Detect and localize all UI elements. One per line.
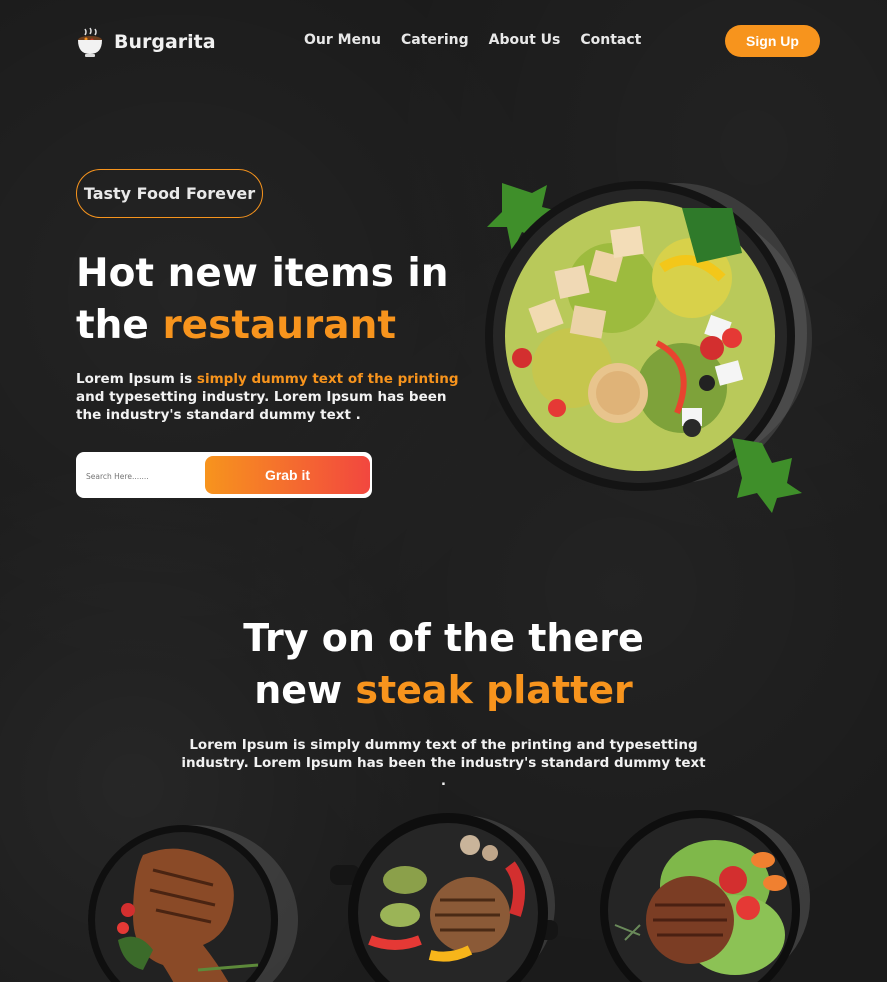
brand-name: Burgarita [114,31,216,53]
burger-patty-salad-plate-image [600,810,810,982]
nav-item-about-us[interactable]: About Us [489,32,561,48]
search-form: Grab it [76,452,372,498]
coffee-bowl-logo-icon [78,27,102,57]
grilled-steak-plate-image [88,825,298,982]
hero-description: Lorem Ipsum is simply dummy text of the … [76,370,466,424]
section2-title-line2-plain: new [254,668,356,712]
hero-desc-part1: Lorem Ipsum is [76,371,197,387]
nav-item-our-menu[interactable]: Our Menu [304,32,381,48]
section2-title: Try on of the there new steak platter [0,612,887,716]
hero-title-line2-plain: the [76,303,163,348]
hero-title-accent: restaurant [162,303,397,348]
section2-description: Lorem Ipsum is simply dummy text of the … [181,737,706,789]
steak-vegetables-pan-image [330,813,558,982]
nav-item-contact[interactable]: Contact [580,32,641,48]
section2-title-accent: steak platter [355,668,633,712]
grab-it-button[interactable]: Grab it [205,456,370,494]
salad-bowl-image [485,181,812,513]
nav-item-catering[interactable]: Catering [401,32,469,48]
section2-title-line1: Try on of the there [243,616,644,660]
site-header: Burgarita Our Menu Catering About Us Con… [0,0,887,84]
signup-button[interactable]: Sign Up [725,25,820,57]
search-input[interactable] [86,467,201,485]
hero-desc-part2: and typesetting industry. Lorem Ipsum ha… [76,389,447,423]
hero-desc-accent: simply dummy text of the printing [196,371,459,387]
hero-tag-pill: Tasty Food Forever [76,169,263,218]
main-nav: Our Menu Catering About Us Contact [304,32,641,48]
brand-logo[interactable]: Burgarita [76,26,216,58]
hero-title: Hot new items in the restaurant [76,248,496,352]
hero-title-line1: Hot new items in [76,251,449,296]
